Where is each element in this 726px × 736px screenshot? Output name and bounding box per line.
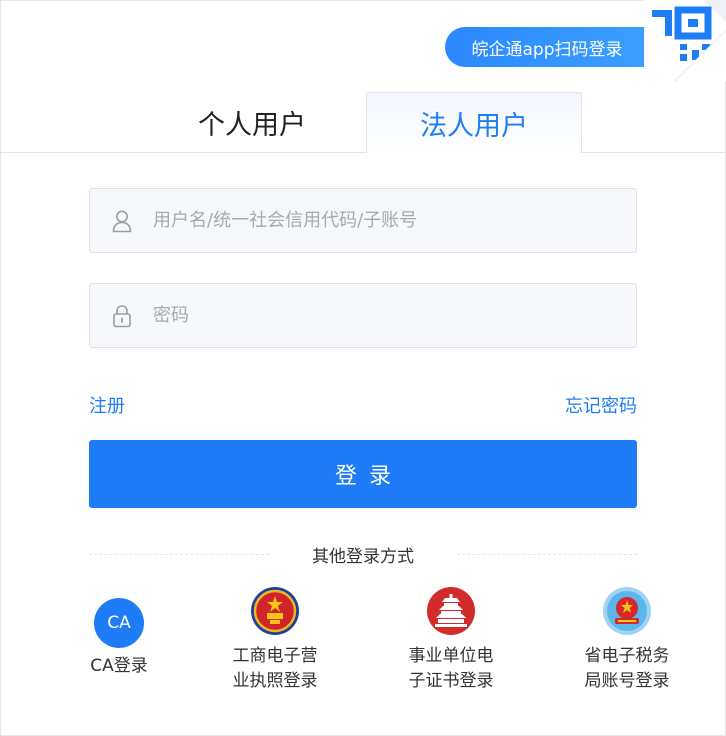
login-button[interactable]: 登录 (89, 440, 637, 508)
password-input[interactable] (153, 284, 636, 347)
ca-icon: CA (94, 598, 144, 648)
tab-personal-user[interactable]: 个人用户 (140, 92, 364, 153)
forgot-password-link[interactable]: 忘记密码 (565, 392, 637, 418)
temple-of-heaven-icon (425, 585, 477, 637)
tax-bureau-login-label: 省电子税务 局账号登录 (584, 646, 670, 691)
app-scan-login-button[interactable]: 皖企通app扫码登录 (445, 27, 649, 67)
qr-code-icon (644, 0, 726, 82)
divider-right (457, 554, 637, 555)
qr-code-switch[interactable] (644, 0, 726, 82)
other-login-heading: 其他登录方式 (312, 547, 414, 567)
institution-certificate-login-label: 事业单位电 子证书登录 (408, 646, 494, 691)
national-emblem-icon (249, 585, 301, 637)
institution-certificate-login-option[interactable]: 事业单位电 子证书登录 (371, 585, 531, 694)
business-license-login-label: 工商电子营 业执照登录 (232, 646, 318, 691)
lock-icon (109, 303, 135, 329)
username-input[interactable] (153, 189, 636, 252)
password-field[interactable] (89, 283, 637, 348)
register-link[interactable]: 注册 (89, 392, 125, 418)
ca-login-option[interactable]: CA CA登录 (39, 598, 199, 679)
business-license-login-option[interactable]: 工商电子营 业执照登录 (195, 585, 355, 694)
user-icon (109, 208, 135, 234)
ca-login-label: CA登录 (90, 656, 148, 676)
tab-legal-user[interactable]: 法人用户 (366, 92, 582, 153)
divider-left (89, 554, 269, 555)
username-field[interactable] (89, 188, 637, 253)
tax-bureau-login-option[interactable]: 省电子税务 局账号登录 (547, 585, 707, 694)
tax-emblem-icon (601, 585, 653, 637)
